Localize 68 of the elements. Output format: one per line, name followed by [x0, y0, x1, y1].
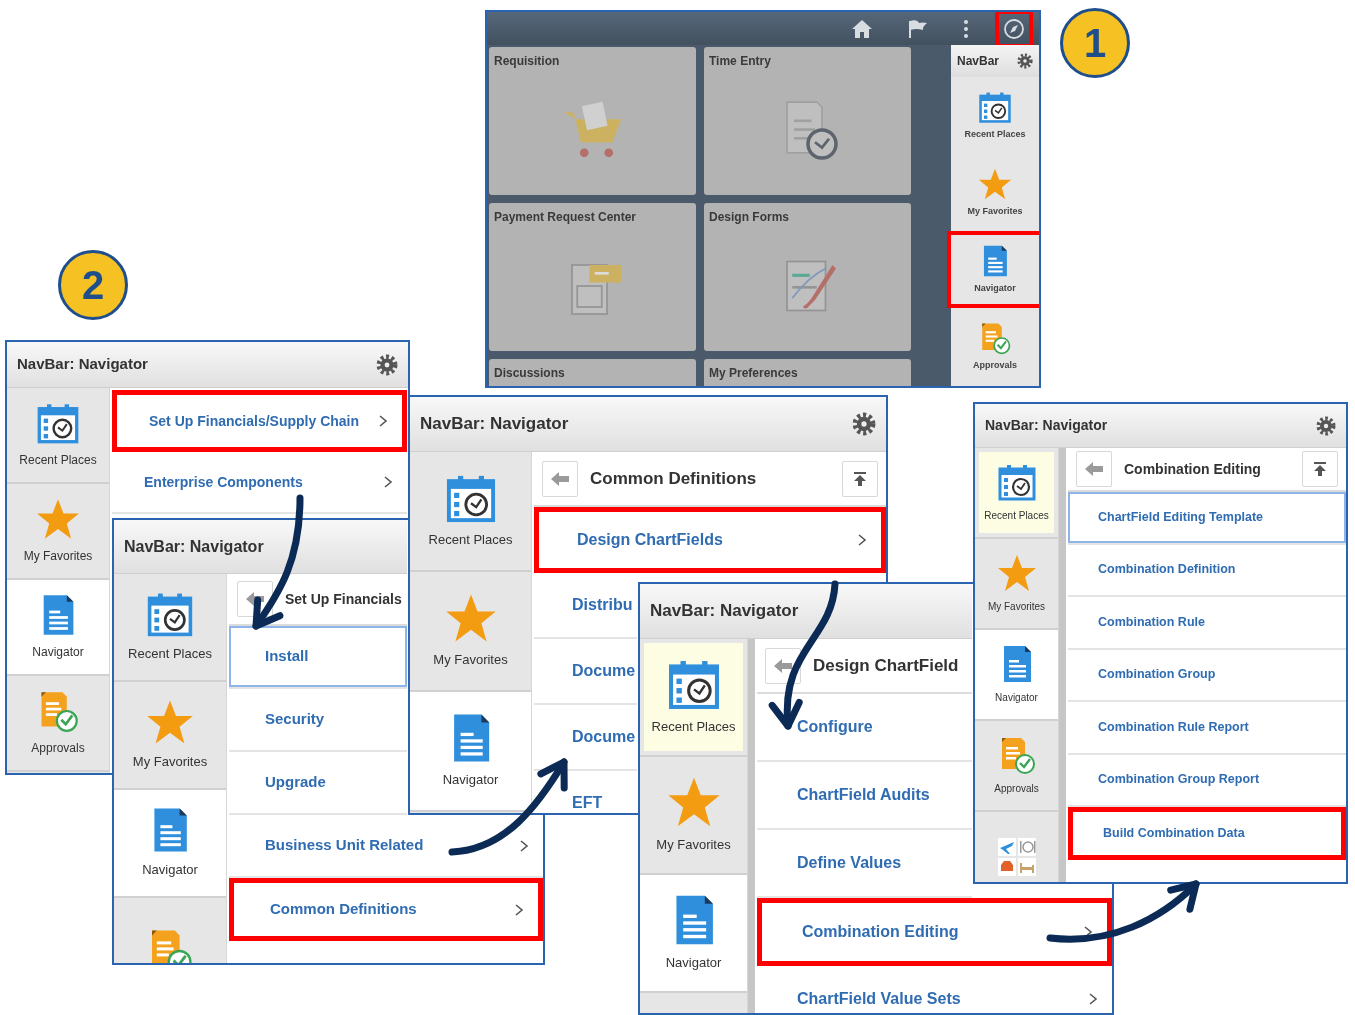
- scroll-to-top-button[interactable]: [1302, 451, 1338, 487]
- tile-title: Discussions: [494, 365, 566, 382]
- step-number-badge: 2: [58, 250, 128, 320]
- tile-title: Time Entry: [709, 53, 772, 70]
- panel-title: NavBar: Navigator: [124, 536, 264, 557]
- compass-icon: [1003, 17, 1025, 40]
- menu-item[interactable]: ChartField Editing Template: [1068, 492, 1346, 545]
- navbar-title: NavBar: [957, 53, 1000, 70]
- tile[interactable]: Time Entry: [704, 47, 911, 195]
- calendar-clock-icon: [996, 462, 1037, 502]
- star-icon: [36, 497, 80, 541]
- menu-item[interactable]: Design ChartFields: [534, 507, 886, 573]
- menu-title: Common Definitions: [590, 467, 757, 490]
- menu-item[interactable]: Combination Definition: [1068, 544, 1346, 597]
- navbar-item[interactable]: Navigator: [947, 231, 1039, 308]
- menu-item[interactable]: Combination Rule Report: [1068, 702, 1346, 755]
- panel-title: NavBar: Navigator: [420, 413, 569, 436]
- menu-item[interactable]: Combination Group: [1068, 649, 1346, 702]
- back-arrow-icon: [1084, 461, 1104, 477]
- flag-icon: [907, 18, 929, 39]
- sidebar-item[interactable]: Navigator: [7, 580, 109, 676]
- sidebar-item[interactable]: Navigator: [114, 790, 226, 898]
- back-arrow-icon: [773, 657, 793, 674]
- sidebar-item[interactable]: Navigator: [975, 630, 1058, 721]
- tile[interactable]: My Preferences: [704, 359, 911, 386]
- tile-title: Design Forms: [709, 209, 790, 226]
- back-arrow-icon: [550, 470, 570, 487]
- sidebar-item[interactable]: Navigator: [410, 692, 531, 812]
- calendar-clock-icon: [36, 401, 80, 445]
- panel-title: NavBar: Navigator: [17, 354, 148, 375]
- settings-icon[interactable]: [1017, 53, 1033, 69]
- step-number-badge: 1: [1060, 8, 1130, 78]
- menu-item[interactable]: Install: [229, 626, 407, 689]
- menu-item[interactable]: ChartField Value Sets: [757, 966, 1112, 1013]
- navbar-item[interactable]: My Favorites: [947, 154, 1039, 231]
- panel-title: NavBar: Navigator: [985, 416, 1108, 435]
- tile[interactable]: Design Forms: [704, 203, 911, 351]
- menu-item[interactable]: Combination Rule: [1068, 597, 1346, 650]
- tile[interactable]: Discussions: [489, 359, 696, 386]
- home-icon: [851, 18, 873, 39]
- settings-icon[interactable]: [852, 412, 876, 436]
- menu-title: Design ChartField: [813, 654, 959, 677]
- tile[interactable]: Payment Request Center: [489, 203, 696, 351]
- settings-icon[interactable]: [1316, 415, 1336, 436]
- tile-title: Requisition: [494, 53, 561, 70]
- star-icon: [996, 553, 1037, 593]
- settings-icon[interactable]: [376, 353, 398, 376]
- more-options-icon: [963, 18, 969, 39]
- menu-title: Set Up Financials: [285, 589, 402, 609]
- panel-title: NavBar: Navigator: [650, 600, 799, 623]
- scroll-to-top-button[interactable]: [842, 460, 878, 497]
- menu-item[interactable]: Set Up Financials/Supply Chain: [112, 390, 407, 452]
- back-arrow-icon: [245, 591, 265, 607]
- up-arrow-icon: [1312, 461, 1328, 477]
- sidebar-item[interactable]: Navigator: [640, 875, 747, 993]
- menu-title: Combination Editing: [1124, 459, 1261, 479]
- navbar-item[interactable]: Recent Places: [947, 77, 1039, 154]
- menu-item[interactable]: Build Combination Data: [1068, 807, 1346, 860]
- up-arrow-icon: [852, 470, 868, 487]
- menu-item[interactable]: Combination Editing: [757, 898, 1112, 966]
- menu-item[interactable]: Common Definitions: [229, 878, 543, 941]
- travel-icon: [996, 836, 1037, 877]
- menu-item[interactable]: Combination Group Report: [1068, 754, 1346, 807]
- tile[interactable]: Requisition: [489, 47, 696, 195]
- menu-item[interactable]: Enterprise Components: [112, 452, 407, 514]
- tile-title: Payment Request Center: [494, 209, 638, 226]
- tile-title: My Preferences: [709, 365, 799, 382]
- navbar-item[interactable]: Approvals: [947, 308, 1039, 385]
